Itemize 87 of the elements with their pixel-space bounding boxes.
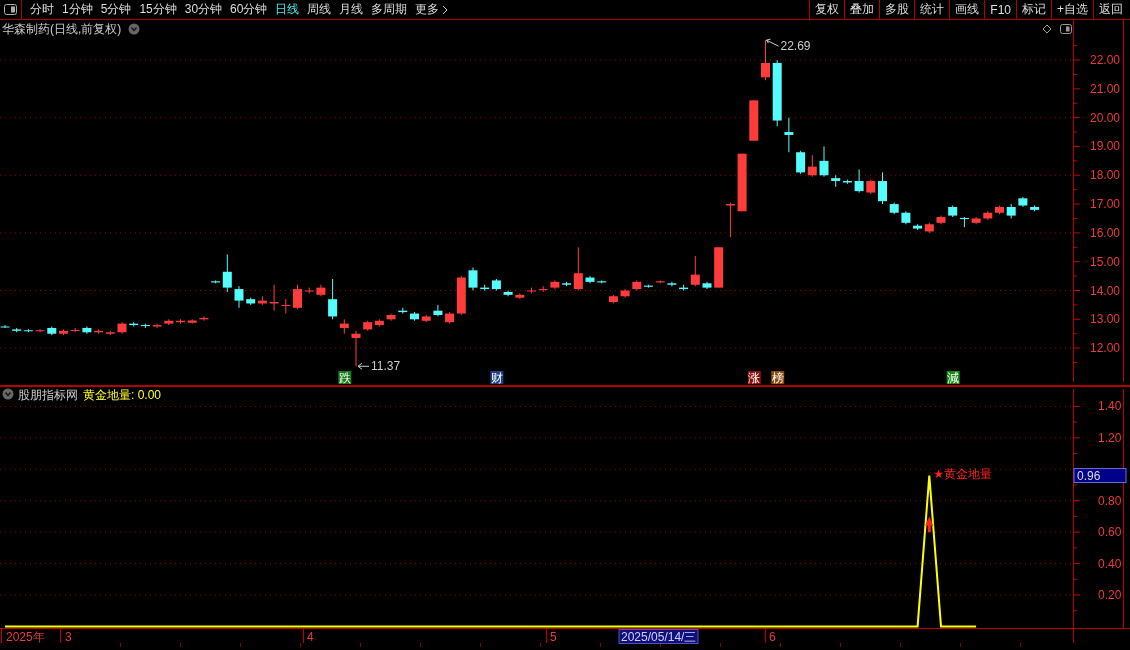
high-pointer-icon (766, 38, 779, 47)
date-label: 4 (307, 630, 314, 644)
price-axis-label: 12.00 (1090, 341, 1121, 356)
period-tab[interactable]: 日线 (271, 0, 304, 19)
candlestick (35, 328, 45, 333)
candlestick (667, 281, 677, 287)
date-label: 6 (769, 630, 776, 644)
price-axis-label: 15.00 (1090, 254, 1121, 269)
panel-toggle-icon[interactable] (1060, 24, 1072, 34)
candlestick (959, 216, 969, 228)
period-tab[interactable]: 30分钟 (180, 0, 227, 19)
indicator-reading: 黄金地量: 0.00 (83, 387, 162, 402)
price-axis-label: 13.00 (1090, 312, 1121, 327)
indicator-axis-label: 0.40 (1098, 556, 1122, 571)
candlestick (222, 254, 232, 293)
toolbar-button[interactable]: 复权 (809, 0, 845, 19)
price-axis-label: 18.00 (1090, 168, 1121, 183)
period-tab[interactable]: 多周期 (367, 0, 412, 19)
price-axis-label: 17.00 (1090, 197, 1121, 212)
dropdown-icon[interactable] (128, 23, 140, 35)
candlestick (0, 324, 10, 329)
up-arrow-icon (925, 516, 934, 533)
event-marker[interactable]: 跌 (338, 371, 352, 385)
candlestick (234, 285, 244, 309)
event-marker[interactable]: 财 (490, 371, 504, 385)
date-label: 2025年 (6, 630, 45, 644)
candlestick (468, 266, 478, 292)
period-tab[interactable]: 分时 (26, 0, 58, 19)
peak-label: ★黄金地量 (933, 466, 993, 481)
low-price-label: 11.37 (371, 359, 401, 374)
high-price-label: 22.69 (780, 39, 811, 54)
price-axis-label: 20.00 (1090, 110, 1121, 125)
price-axis-label: 21.00 (1090, 81, 1121, 96)
candlestick (761, 39, 770, 81)
candlestick (807, 154, 817, 178)
indicator-axis-label: 1.20 (1098, 430, 1122, 445)
period-tab[interactable]: 5分钟 (96, 0, 136, 19)
price-axis-label: 16.00 (1090, 225, 1121, 240)
toolbar-button[interactable]: 多股 (879, 0, 915, 19)
collapse-icon[interactable] (2, 388, 14, 400)
indicator-axis-label: 0.60 (1098, 525, 1122, 540)
candlestick (690, 255, 700, 287)
candlestick (281, 298, 291, 315)
more-button[interactable]: 更多 (411, 0, 453, 19)
indicator-name: 股朋指标网 (18, 387, 78, 402)
price-axis-label: 22.00 (1090, 53, 1121, 68)
candlestick (784, 117, 794, 153)
toolbar-button[interactable]: 叠加 (844, 0, 880, 19)
price-axis-label: 14.00 (1090, 283, 1121, 298)
date-label: 3 (65, 630, 72, 644)
period-tab[interactable]: 月线 (335, 0, 368, 19)
panel-toggle-icon[interactable] (4, 4, 17, 15)
candlestick (293, 284, 302, 310)
candlestick (152, 323, 162, 329)
event-marker[interactable]: 涨 (747, 371, 761, 385)
candlestick (796, 150, 806, 175)
candlestick (819, 145, 829, 178)
candlestick (433, 304, 443, 317)
date-cursor-label: 2025/05/14/三 (618, 629, 699, 644)
candlestick (351, 330, 361, 367)
toolbar-button[interactable]: F10 (984, 0, 1016, 19)
chart-title: 华森制药(日线,前复权) (2, 22, 122, 36)
price-axis-label: 19.00 (1090, 139, 1121, 154)
event-marker[interactable]: 榜 (771, 371, 785, 385)
toolbar-button[interactable]: 标记 (1016, 0, 1051, 19)
toolbar-button[interactable]: 返回 (1093, 0, 1130, 19)
toolbar-button[interactable]: +自选 (1051, 0, 1093, 19)
diamond-icon[interactable] (1042, 24, 1052, 34)
low-pointer-icon (357, 362, 370, 370)
indicator-axis-label: 1.40 (1098, 399, 1122, 414)
period-tab[interactable]: 15分钟 (135, 0, 181, 19)
toolbar-button[interactable]: 统计 (914, 0, 950, 19)
indicator-axis-label: 0.80 (1098, 493, 1122, 508)
date-label: 5 (550, 630, 557, 644)
current-value-badge: 0.96 (1073, 468, 1127, 484)
candlestick (878, 171, 887, 205)
event-marker[interactable]: 減 (946, 371, 960, 385)
toolbar-button[interactable]: 画线 (949, 0, 985, 19)
chevron-right-icon (442, 4, 449, 15)
period-tab[interactable]: 周线 (303, 0, 336, 19)
candlestick (725, 202, 735, 238)
period-tab[interactable]: 1分钟 (58, 0, 97, 19)
candlestick (854, 169, 864, 194)
indicator-axis-label: 0.20 (1098, 588, 1122, 602)
period-tab[interactable]: 60分钟 (226, 0, 272, 19)
candlestick (573, 246, 583, 292)
candlestick (328, 278, 338, 320)
